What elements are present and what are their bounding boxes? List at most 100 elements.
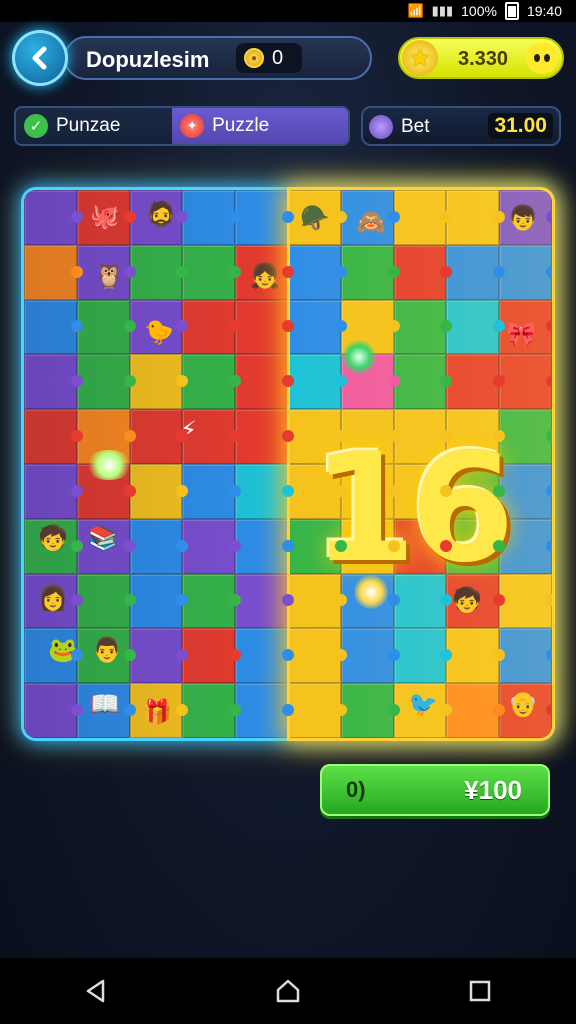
square-recents-icon: [469, 980, 491, 1002]
puzzle-piece[interactable]: [24, 244, 83, 300]
puzzle-piece[interactable]: [182, 463, 241, 519]
puzzle-piece[interactable]: [287, 354, 347, 410]
puzzle-piece[interactable]: [393, 628, 453, 684]
puzzle-piece[interactable]: [129, 573, 189, 629]
star-balance[interactable]: ★ 3.330: [398, 37, 564, 79]
character-icon: 👧: [250, 263, 280, 290]
puzzle-board[interactable]: 🐙 🧔 🪖 🙈 👦 🦉 👧 🐤 🎀 ⚡ 🧒 📚 👩 🧒 🐸 👨 📖 🎁 🐦 👴 …: [24, 190, 552, 738]
puzzle-piece[interactable]: [129, 354, 189, 410]
puzzle-piece[interactable]: [340, 628, 400, 684]
puzzle-piece[interactable]: [235, 354, 294, 410]
puzzle-piece[interactable]: [24, 190, 83, 245]
puzzle-piece[interactable]: [446, 190, 505, 245]
status-bar: 📶 ▮▮▮ 100% 19:40: [0, 0, 576, 22]
character-icon: 🐙: [90, 203, 120, 230]
puzzle-piece[interactable]: [235, 518, 294, 574]
puzzle-piece[interactable]: [182, 354, 241, 410]
character-icon: 🧔: [146, 201, 176, 228]
coin-value: 0: [272, 46, 284, 69]
glow-spark: [342, 340, 376, 374]
puzzle-count-number: 16: [312, 422, 515, 596]
puzzle-piece[interactable]: [76, 573, 136, 629]
coin-icon: ●: [244, 48, 264, 68]
puzzle-piece[interactable]: [129, 628, 189, 684]
puzzle-piece[interactable]: [446, 683, 505, 738]
tab-punzae[interactable]: ✓ Punzae: [16, 108, 173, 144]
battery-icon: [504, 2, 519, 20]
puzzle-piece[interactable]: [446, 354, 505, 410]
puzzle-piece[interactable]: [24, 354, 83, 410]
character-icon: 🎁: [142, 699, 172, 726]
puzzle-piece[interactable]: [129, 518, 189, 574]
puzzle-piece[interactable]: [393, 299, 453, 355]
home-icon: [276, 979, 300, 1003]
puzzle-piece[interactable]: [287, 683, 347, 738]
puzzle-piece[interactable]: [446, 244, 505, 300]
puzzle-piece[interactable]: [182, 518, 241, 574]
character-icon: 📖: [90, 691, 120, 718]
puzzle-piece[interactable]: [235, 299, 294, 355]
puzzle-piece[interactable]: [182, 628, 241, 684]
top-bar: Dopuzlesim ● 0 ★ 3.330: [12, 30, 564, 86]
puzzle-piece[interactable]: [24, 409, 83, 464]
puzzle-piece[interactable]: [340, 244, 400, 300]
puzzle-piece[interactable]: [182, 299, 241, 355]
back-button[interactable]: [12, 30, 68, 86]
puzzle-piece[interactable]: [499, 628, 552, 684]
character-icon: 👦: [508, 205, 538, 232]
puzzle-piece[interactable]: [182, 573, 241, 629]
puzzle-piece[interactable]: [76, 299, 136, 355]
smiley-icon[interactable]: [526, 42, 558, 74]
puzzle-piece[interactable]: [235, 409, 294, 464]
puzzle-piece[interactable]: [235, 628, 294, 684]
puzzle-piece[interactable]: [24, 299, 83, 355]
puzzle-piece[interactable]: [287, 299, 347, 355]
signal-icon: ▮▮▮: [431, 3, 454, 18]
puzzle-piece[interactable]: [235, 463, 294, 519]
play-button[interactable]: 0) ¥100: [320, 764, 550, 816]
puzzle-piece[interactable]: [182, 683, 241, 738]
puzzle-piece[interactable]: [182, 244, 241, 300]
tab-label: Puzzle: [212, 115, 270, 136]
chevron-left-icon: [32, 46, 47, 70]
puzzle-piece[interactable]: [76, 354, 136, 410]
puzzle-piece[interactable]: [287, 628, 347, 684]
puzzle-piece[interactable]: [499, 244, 552, 300]
puzzle-piece[interactable]: [129, 463, 189, 519]
bet-label: Bet: [401, 116, 430, 137]
puzzle-piece[interactable]: [499, 354, 552, 410]
glow-spark: [84, 450, 134, 480]
puzzle-piece[interactable]: [182, 190, 241, 245]
puzzle-piece[interactable]: [393, 354, 453, 410]
bet-box[interactable]: Bet 31.00: [361, 106, 561, 146]
puzzle-piece[interactable]: [129, 244, 189, 300]
nav-home-button[interactable]: [263, 966, 313, 1016]
tab-label: Punzae: [56, 115, 121, 136]
wifi-icon: 📶: [407, 3, 424, 18]
tab-puzzle[interactable]: ✦ Puzzle: [172, 108, 348, 144]
puzzle-piece[interactable]: [446, 299, 505, 355]
puzzle-piece[interactable]: [446, 628, 505, 684]
star-value: 3.330: [458, 48, 509, 70]
puzzle-piece[interactable]: [340, 683, 400, 738]
character-icon: 🦉: [94, 263, 124, 290]
character-icon: 🙈: [356, 209, 386, 236]
star-icon: ★: [402, 40, 438, 76]
title-pill: Dopuzlesim ● 0: [64, 36, 372, 80]
puzzle-piece[interactable]: [235, 573, 294, 629]
puzzle-piece[interactable]: [287, 244, 347, 300]
play-price: ¥100: [464, 775, 522, 805]
character-icon: 🪖: [300, 205, 330, 232]
puzzle-piece[interactable]: [393, 244, 453, 300]
nav-back-button[interactable]: [71, 966, 121, 1016]
puzzle-piece[interactable]: [235, 190, 294, 245]
character-icon: 🐤: [144, 319, 174, 346]
puzzle-piece[interactable]: [24, 683, 83, 738]
puzzle-piece[interactable]: [393, 190, 453, 245]
puzzle-piece[interactable]: [24, 463, 83, 519]
puzzle-piece[interactable]: [235, 683, 294, 738]
nav-recents-button[interactable]: [455, 966, 505, 1016]
bet-value: 31.00: [488, 113, 553, 139]
triangle-back-icon: [86, 979, 105, 1003]
puzzle-piece[interactable]: [129, 409, 189, 464]
